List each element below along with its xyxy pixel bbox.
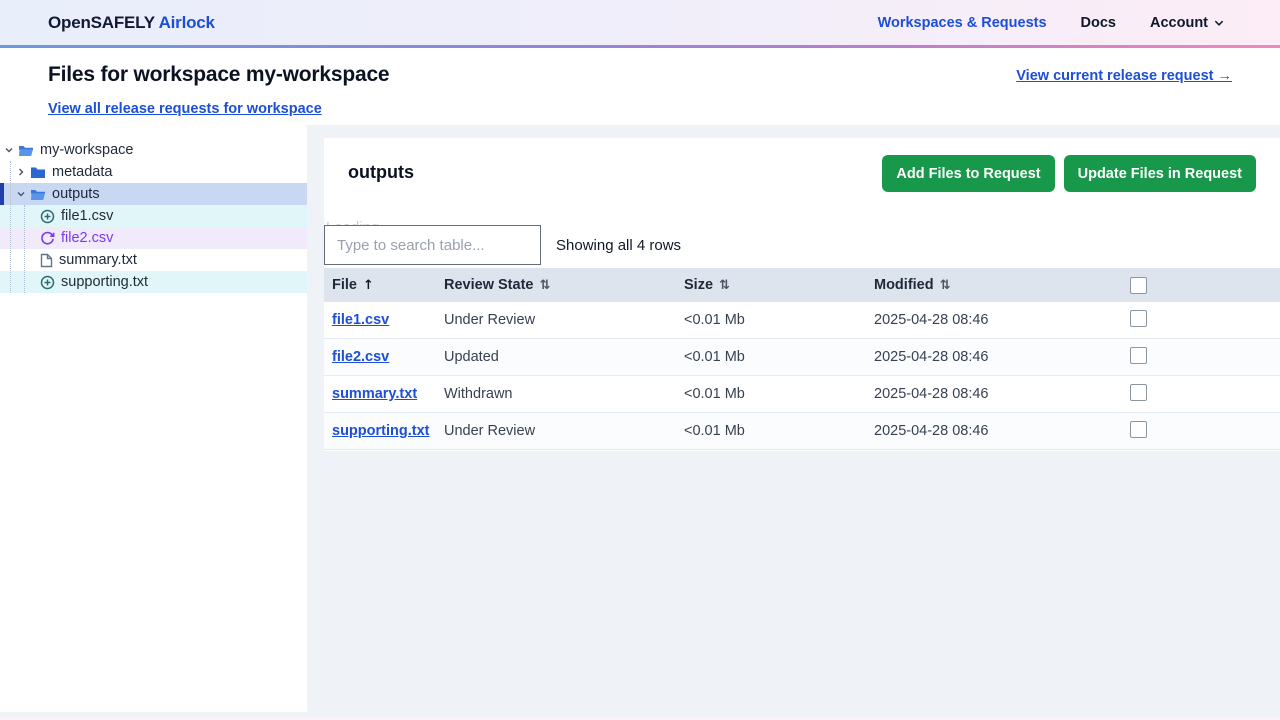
page-title: Files for workspace my-workspace [48, 63, 390, 86]
column-header-size[interactable]: Size ⇅ [676, 277, 866, 293]
tree-item-label: file2.csv [61, 230, 114, 246]
sort-both-icon: ⇅ [719, 277, 730, 293]
review-state-cell: Under Review [444, 312, 536, 328]
tree-item-label: metadata [52, 164, 113, 180]
folder-closed-icon [30, 166, 46, 179]
rows-summary: Showing all 4 rows [556, 237, 682, 254]
tree-item-label: summary.txt [59, 252, 137, 268]
sort-ascending-icon: ↑ [362, 277, 374, 293]
circle-plus-icon [40, 275, 55, 290]
update-files-button[interactable]: Update Files in Request [1063, 155, 1256, 192]
nav-account-label: Account [1150, 14, 1208, 31]
row-select-checkbox[interactable] [1130, 309, 1147, 327]
top-navbar: OpenSAFELY Airlock Workspaces & Requests… [0, 0, 1280, 45]
row-select-checkbox[interactable] [1130, 346, 1147, 364]
tree-item-label: my-workspace [40, 142, 134, 158]
page-header: Files for workspace my-workspace View al… [0, 48, 1280, 125]
size-cell: <0.01 Mb [684, 423, 745, 439]
nav-link-workspaces-requests[interactable]: Workspaces & Requests [878, 15, 1047, 31]
chevron-down-icon[interactable] [16, 189, 26, 199]
current-release-request-link[interactable]: View current release request → [1016, 68, 1232, 84]
sort-both-icon: ⇅ [539, 277, 551, 293]
file-link[interactable]: summary.txt [332, 386, 417, 402]
modified-cell: 2025-04-28 08:46 [874, 349, 989, 365]
row-select-checkbox[interactable] [1130, 383, 1147, 401]
nav-link-docs[interactable]: Docs [1081, 15, 1116, 31]
select-all-checkbox[interactable] [1130, 276, 1147, 294]
modified-cell: 2025-04-28 08:46 [874, 423, 989, 439]
brand-logo[interactable]: OpenSAFELY Airlock [48, 13, 215, 33]
chevron-down-icon [1214, 19, 1224, 27]
table-header-row: File ↑ Review State ⇅ Size ⇅ Modified ⇅ [324, 268, 1280, 302]
file-tree: my-workspace metadata outputs file1.csv … [0, 125, 307, 293]
tree-item-label: outputs [52, 186, 100, 202]
tree-item-my-workspace[interactable]: my-workspace [0, 139, 307, 161]
circle-plus-icon [40, 209, 55, 224]
brand-primary: OpenSAFELY [48, 12, 155, 32]
action-buttons: Add Files to Request Update Files in Req… [882, 155, 1256, 192]
chevron-down-icon[interactable] [4, 145, 14, 155]
chevron-right-icon[interactable] [16, 167, 26, 177]
column-header-file[interactable]: File ↑ [324, 277, 436, 293]
refresh-icon [40, 231, 55, 246]
column-header-review-state[interactable]: Review State ⇅ [436, 277, 676, 293]
file-link[interactable]: file2.csv [332, 349, 389, 365]
sort-both-icon: ⇅ [939, 277, 951, 293]
files-table: File ↑ Review State ⇅ Size ⇅ Modified ⇅ … [324, 268, 1280, 450]
table-row: file1.csv Under Review <0.01 Mb 2025-04-… [324, 302, 1280, 339]
table-row: file2.csv Updated <0.01 Mb 2025-04-28 08… [324, 339, 1280, 376]
folder-open-icon [18, 144, 34, 157]
size-cell: <0.01 Mb [684, 312, 745, 328]
file-link[interactable]: supporting.txt [332, 423, 429, 439]
tree-item-label: file1.csv [61, 208, 114, 224]
review-state-cell: Under Review [444, 423, 536, 439]
modified-cell: 2025-04-28 08:46 [874, 312, 989, 328]
size-cell: <0.01 Mb [684, 349, 745, 365]
directory-heading: outputs [348, 162, 414, 182]
file-browser-sidebar: my-workspace metadata outputs file1.csv … [0, 125, 307, 712]
nav-account-menu[interactable]: Account [1150, 15, 1224, 31]
review-state-cell: Withdrawn [444, 386, 513, 402]
all-release-requests-link[interactable]: View all release requests for workspace [48, 101, 322, 117]
table-row: summary.txt Withdrawn <0.01 Mb 2025-04-2… [324, 376, 1280, 413]
modified-cell: 2025-04-28 08:46 [874, 386, 989, 402]
row-select-checkbox[interactable] [1130, 420, 1147, 438]
add-files-button[interactable]: Add Files to Request [882, 155, 1055, 192]
folder-open-icon [30, 188, 46, 201]
tree-item-supporting-txt[interactable]: supporting.txt [0, 271, 307, 293]
tree-item-file1-csv[interactable]: file1.csv [0, 205, 307, 227]
column-header-modified[interactable]: Modified ⇅ [866, 277, 1122, 293]
tree-item-outputs[interactable]: outputs [0, 183, 307, 205]
brand-secondary: Airlock [158, 12, 215, 32]
tree-item-label: supporting.txt [61, 274, 149, 290]
tree-item-metadata[interactable]: metadata [0, 161, 307, 183]
selected-indicator [0, 183, 4, 205]
tree-item-summary-txt[interactable]: summary.txt [0, 249, 307, 271]
column-header-select [1122, 276, 1280, 294]
tree-item-file2-csv[interactable]: file2.csv [0, 227, 307, 249]
size-cell: <0.01 Mb [684, 386, 745, 402]
review-state-cell: Updated [444, 349, 499, 365]
content-card: outputs Add Files to Request Update File… [324, 138, 1280, 451]
nav-links: Workspaces & Requests Docs Account [878, 15, 1224, 31]
file-link[interactable]: file1.csv [332, 312, 389, 328]
table-search-input[interactable] [324, 225, 541, 265]
file-icon [40, 253, 53, 268]
table-row: supporting.txt Under Review <0.01 Mb 202… [324, 413, 1280, 450]
